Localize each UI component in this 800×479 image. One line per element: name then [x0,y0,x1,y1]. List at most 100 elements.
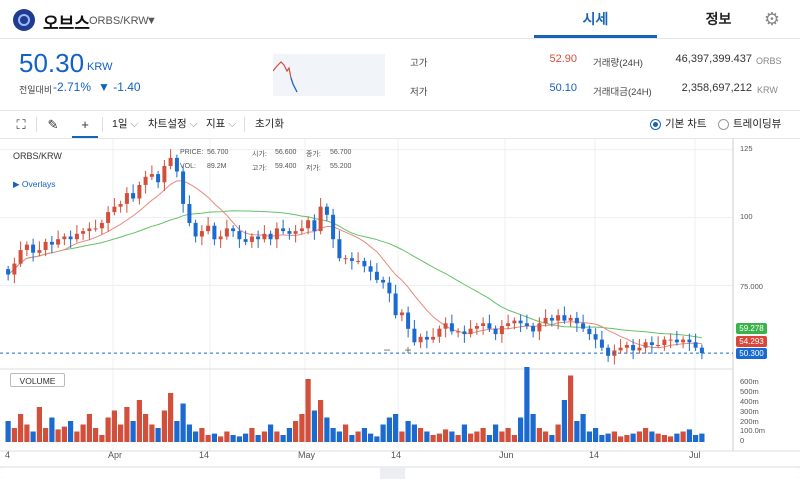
volume-bar [543,431,549,442]
candle-body [31,244,36,253]
volume-bar [268,424,274,442]
basic-chart-label[interactable]: 기본 차트 [665,111,707,138]
volume-bar [568,375,574,442]
bottom-strip [0,466,800,479]
low-value: 50.10 [549,82,577,94]
volume-bar [393,414,399,442]
volume-bar [311,410,317,442]
volume-label: 거래량(24H) [593,58,643,69]
bottom-panel [405,468,800,479]
volume-tick: 400m [740,397,759,406]
radio-basic-chart[interactable] [650,119,661,130]
candle-body [262,233,267,240]
candle-body [199,231,204,237]
candle-body [362,260,367,267]
candle-body [543,317,548,324]
candle-body [668,339,673,341]
pencil-icon[interactable]: ✎ [40,111,66,138]
price-unit: KRW [87,61,113,73]
volume-tick: 100.0m [740,426,766,435]
tab-quote[interactable]: 시세 [534,0,657,38]
candle-body [206,225,211,232]
volume-bar [130,421,136,442]
zoom-in-button[interactable]: + [400,344,416,357]
volume-bar [211,433,217,442]
volume-bar [618,436,624,442]
interval-select[interactable]: 1일 ⌵ [112,111,138,138]
mini-sparkline [273,54,385,96]
volume-bar [636,431,642,442]
gear-icon[interactable]: ⚙ [762,9,782,29]
volume-bar [249,428,255,442]
volume-bar [5,421,11,442]
volume-tick: 600m [740,377,759,386]
candle-body [62,236,67,240]
indicators-menu[interactable]: 지표 ⌵ [206,111,236,138]
candle-body [181,171,186,204]
volume-bar [286,428,292,442]
volume-bar [349,435,355,442]
indicators-label: 지표 [206,118,226,130]
candle-body [224,228,229,237]
candle-body [168,157,173,166]
candle-body [74,233,79,240]
info-close: 56.700 [330,149,352,156]
candle-body [687,339,692,343]
volume-bar [49,417,55,442]
chart-settings-menu[interactable]: 차트설정 ⌵ [148,111,198,138]
tradingview-label[interactable]: 트레이딩뷰 [733,111,781,138]
candle-body [312,220,317,231]
candle-body [243,239,248,242]
candle-body [662,339,667,345]
candle-body [656,345,661,346]
candle-body [637,347,642,351]
candle-body [106,212,111,223]
candle-body [131,193,136,199]
volume-bar [530,414,536,442]
volume-bar [455,435,461,442]
candle-body [387,282,392,294]
candle-body [431,336,436,340]
volume-bar [186,424,192,442]
volume-bar [193,431,199,442]
chevron-down-icon[interactable]: ▼ [146,15,157,27]
candle-body [681,339,686,343]
radio-dot [653,122,658,127]
volume-bar [649,431,655,442]
candle-body [249,236,254,242]
volume-bar [168,393,174,442]
zoom-out-button[interactable]: − [379,344,395,357]
candle-body [412,328,417,343]
crosshair-icon[interactable]: + [72,111,98,138]
candle-body [324,206,329,215]
candle-body [493,328,498,335]
info-price-label: PRICE: [180,149,204,156]
candle-body [631,345,636,351]
volume-bar [86,414,92,442]
x-axis-label: 4 [5,450,11,460]
candle-body [87,228,92,232]
fullscreen-icon[interactable]: ⛶ [8,111,34,138]
volume-bar [224,431,230,442]
volume-bar [511,435,517,442]
volume-bar [536,428,542,442]
info-open: 56.600 [275,149,297,156]
x-axis-label: 14 [589,450,600,460]
candle-body [256,236,261,240]
volume-bar [386,417,392,442]
volume-bar [149,424,155,442]
volume-bar [55,429,61,442]
candle-body [618,347,623,351]
reset-button[interactable]: 초기화 [255,111,284,138]
candle-body [12,263,17,275]
volume-bar [374,436,380,442]
candle-body [649,342,654,345]
price-chart[interactable] [0,139,800,466]
volume-bar [630,433,636,442]
volume-bar [361,428,367,442]
radio-tradingview[interactable] [718,119,729,130]
overlays-toggle[interactable]: ▶ Overlays [13,179,55,190]
volume-bar [30,431,36,442]
price-tick: 75.000 [740,282,763,291]
change-label: 전일대비 [19,85,53,95]
